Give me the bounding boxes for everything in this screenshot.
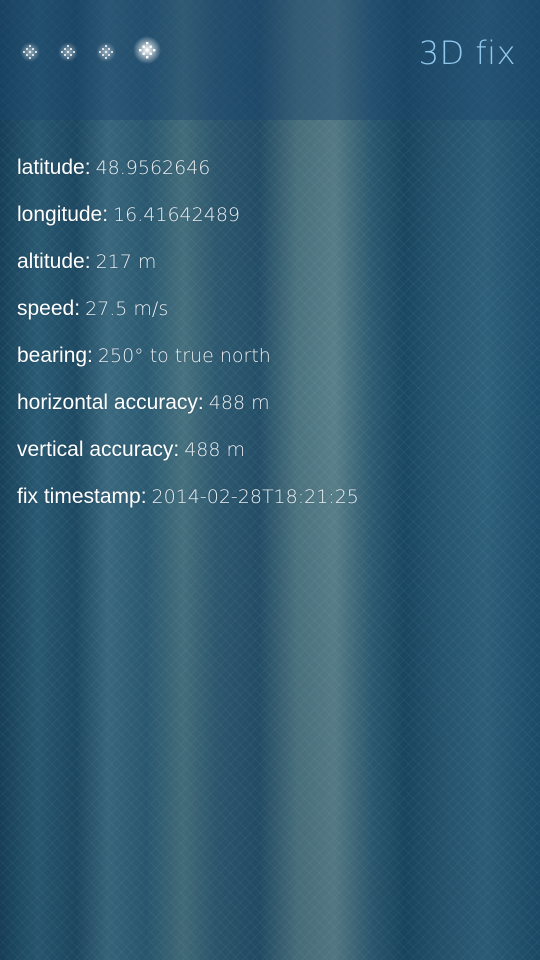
satellite-dot-icon xyxy=(94,40,118,64)
field-label: bearing: xyxy=(17,343,93,367)
location-details: latitude: 48.9562646 longitude: 16.41642… xyxy=(17,144,522,520)
fix-status-title: 3D fix xyxy=(418,34,516,72)
horizontal-accuracy-row: horizontal accuracy: 488 m xyxy=(17,379,522,426)
vertical-accuracy-row: vertical accuracy: 488 m xyxy=(17,426,522,473)
latitude-row: latitude: 48.9562646 xyxy=(17,144,522,191)
field-value: 48.9562646 xyxy=(95,156,211,179)
field-value: 217 m xyxy=(95,250,157,273)
field-value: 27.5 m/s xyxy=(85,297,169,320)
fix-timestamp-row: fix timestamp: 2014-02-28T18:21:25 xyxy=(17,473,522,520)
field-value: 488 m xyxy=(184,438,246,461)
field-label: speed: xyxy=(17,296,81,320)
field-value: 250° to true north xyxy=(97,344,271,367)
field-label: horizontal accuracy: xyxy=(17,390,204,414)
signal-indicator xyxy=(18,35,162,65)
field-label: altitude: xyxy=(17,249,91,273)
bearing-row: bearing: 250° to true north xyxy=(17,332,522,379)
satellite-dot-icon xyxy=(18,40,42,64)
field-label: longitude: xyxy=(17,202,109,226)
satellite-dot-active-icon xyxy=(132,35,162,65)
altitude-row: altitude: 217 m xyxy=(17,238,522,285)
longitude-row: longitude: 16.41642489 xyxy=(17,191,522,238)
field-value: 488 m xyxy=(208,391,270,414)
speed-row: speed: 27.5 m/s xyxy=(17,285,522,332)
field-value: 16.41642489 xyxy=(113,203,241,226)
field-value: 2014-02-28T18:21:25 xyxy=(151,485,359,508)
page-header: 3D fix xyxy=(0,0,540,120)
satellite-dot-icon xyxy=(56,40,80,64)
field-label: latitude: xyxy=(17,155,91,179)
field-label: vertical accuracy: xyxy=(17,437,180,461)
field-label: fix timestamp: xyxy=(17,484,147,508)
